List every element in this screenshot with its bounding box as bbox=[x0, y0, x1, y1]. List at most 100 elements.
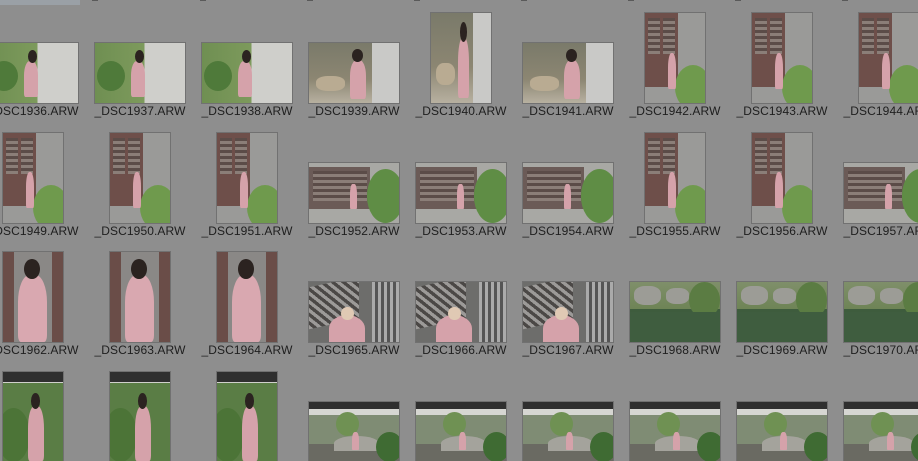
file-item[interactable]: _DSC1952.ARW bbox=[301, 127, 407, 245]
thumbnail-detail bbox=[134, 50, 144, 64]
file-item[interactable]: _DSC1941.ARW bbox=[515, 7, 621, 125]
file-name-label: _DSC1962.ARW bbox=[0, 343, 79, 357]
photo-thumbnail[interactable] bbox=[844, 282, 918, 342]
photo-thumbnail[interactable] bbox=[3, 371, 63, 461]
photo-thumbnail[interactable] bbox=[645, 13, 705, 103]
thumbnail-frame bbox=[0, 246, 86, 342]
photo-thumbnail[interactable] bbox=[416, 401, 506, 461]
file-name-label: _DSC1970.ARW bbox=[843, 343, 918, 357]
thumbnail-detail bbox=[220, 137, 232, 174]
thumbnail-frame bbox=[836, 246, 918, 342]
photo-thumbnail[interactable] bbox=[737, 282, 827, 342]
photo-thumbnail[interactable] bbox=[416, 162, 506, 223]
photo-thumbnail[interactable] bbox=[202, 43, 292, 103]
file-item[interactable]: _DSC1950.ARW bbox=[87, 127, 193, 245]
photo-thumbnail[interactable] bbox=[752, 132, 812, 223]
file-item[interactable]: _DSC1951.ARW bbox=[194, 127, 300, 245]
photo-thumbnail[interactable] bbox=[844, 401, 918, 461]
file-item[interactable]: _DSC1957.ARW bbox=[836, 127, 918, 245]
photo-thumbnail[interactable] bbox=[217, 252, 277, 342]
photo-thumbnail[interactable] bbox=[309, 43, 399, 103]
thumbnail-detail bbox=[530, 76, 559, 91]
file-item[interactable]: _DSC1940.ARW bbox=[408, 7, 514, 125]
previous-row-fragment bbox=[92, 0, 98, 1]
thumbnail-detail bbox=[589, 431, 613, 461]
file-name-label: _DSC1965.ARW bbox=[308, 343, 400, 357]
file-item[interactable]: _DSC1937.ARW bbox=[87, 7, 193, 125]
thumbnail-detail bbox=[419, 170, 474, 201]
photo-thumbnail[interactable] bbox=[752, 13, 812, 103]
file-item[interactable] bbox=[87, 366, 193, 461]
photo-thumbnail[interactable] bbox=[110, 371, 170, 461]
file-item[interactable] bbox=[194, 366, 300, 461]
photo-thumbnail[interactable] bbox=[217, 132, 277, 223]
photo-thumbnail[interactable] bbox=[523, 43, 613, 103]
file-item[interactable] bbox=[515, 366, 621, 461]
thumbnail-detail bbox=[887, 431, 895, 450]
thumbnail-detail bbox=[479, 282, 506, 342]
file-item[interactable]: _DSC1936.ARW bbox=[0, 7, 86, 125]
photo-thumbnail[interactable] bbox=[737, 401, 827, 461]
file-item[interactable] bbox=[729, 366, 835, 461]
thumbnail-detail bbox=[737, 312, 827, 342]
photo-thumbnail[interactable] bbox=[844, 162, 918, 223]
photo-thumbnail[interactable] bbox=[523, 162, 613, 223]
file-item[interactable]: _DSC1955.ARW bbox=[622, 127, 728, 245]
photo-thumbnail[interactable] bbox=[217, 371, 277, 461]
file-item[interactable] bbox=[836, 366, 918, 461]
photo-thumbnail[interactable] bbox=[859, 13, 918, 103]
thumbnail-frame bbox=[515, 7, 621, 103]
thumbnail-frame bbox=[87, 246, 193, 342]
file-name-label: _DSC1939.ARW bbox=[308, 104, 400, 118]
file-name-label: _DSC1957.ARW bbox=[843, 223, 918, 238]
photo-thumbnail[interactable] bbox=[0, 43, 78, 103]
file-item[interactable] bbox=[0, 366, 86, 461]
photo-thumbnail[interactable] bbox=[110, 132, 170, 223]
file-item[interactable]: _DSC1968.ARW bbox=[622, 246, 728, 364]
file-name-label: _DSC1943.ARW bbox=[736, 104, 828, 118]
thumbnail-detail bbox=[889, 65, 918, 103]
file-item[interactable]: _DSC1970.ARW bbox=[836, 246, 918, 364]
thumbnail-detail bbox=[586, 43, 613, 103]
file-item[interactable]: _DSC1966.ARW bbox=[408, 246, 514, 364]
thumbnail-detail bbox=[125, 274, 154, 342]
file-item[interactable]: _DSC1942.ARW bbox=[622, 7, 728, 125]
thumbnail-detail bbox=[6, 137, 18, 174]
photo-thumbnail[interactable] bbox=[630, 282, 720, 342]
file-item[interactable]: _DSC1969.ARW bbox=[729, 246, 835, 364]
file-item[interactable]: _DSC1954.ARW bbox=[515, 127, 621, 245]
file-item[interactable]: _DSC1965.ARW bbox=[301, 246, 407, 364]
photo-thumbnail[interactable] bbox=[431, 13, 491, 103]
file-item[interactable]: _DSC1938.ARW bbox=[194, 7, 300, 125]
photo-thumbnail[interactable] bbox=[95, 43, 185, 103]
file-item[interactable]: _DSC1956.ARW bbox=[729, 127, 835, 245]
file-item[interactable]: _DSC1964.ARW bbox=[194, 246, 300, 364]
thumbnail-detail bbox=[523, 401, 613, 409]
file-item[interactable] bbox=[622, 366, 728, 461]
thumbnail-detail bbox=[458, 38, 469, 98]
photo-thumbnail[interactable] bbox=[309, 162, 399, 223]
photo-thumbnail[interactable] bbox=[523, 401, 613, 461]
file-item[interactable]: _DSC1944.ARW bbox=[836, 7, 918, 125]
file-item[interactable]: _DSC1943.ARW bbox=[729, 7, 835, 125]
photo-thumbnail[interactable] bbox=[630, 401, 720, 461]
file-item[interactable] bbox=[408, 366, 514, 461]
file-item[interactable]: _DSC1967.ARW bbox=[515, 246, 621, 364]
photo-thumbnail[interactable] bbox=[3, 132, 63, 223]
file-item[interactable]: _DSC1939.ARW bbox=[301, 7, 407, 125]
file-item[interactable]: _DSC1962.ARW bbox=[0, 246, 86, 364]
previous-row-fragment bbox=[842, 0, 848, 1]
photo-thumbnail[interactable] bbox=[3, 252, 63, 342]
photo-thumbnail[interactable] bbox=[309, 282, 399, 342]
photo-thumbnail[interactable] bbox=[110, 252, 170, 342]
thumbnail-detail bbox=[667, 52, 677, 89]
file-item[interactable] bbox=[301, 366, 407, 461]
file-item[interactable]: _DSC1963.ARW bbox=[87, 246, 193, 364]
photo-thumbnail[interactable] bbox=[645, 132, 705, 223]
file-item[interactable]: _DSC1953.ARW bbox=[408, 127, 514, 245]
thumbnail-detail bbox=[110, 407, 137, 461]
file-item[interactable]: _DSC1949.ARW bbox=[0, 127, 86, 245]
photo-thumbnail[interactable] bbox=[523, 282, 613, 342]
photo-thumbnail[interactable] bbox=[416, 282, 506, 342]
photo-thumbnail[interactable] bbox=[309, 401, 399, 461]
